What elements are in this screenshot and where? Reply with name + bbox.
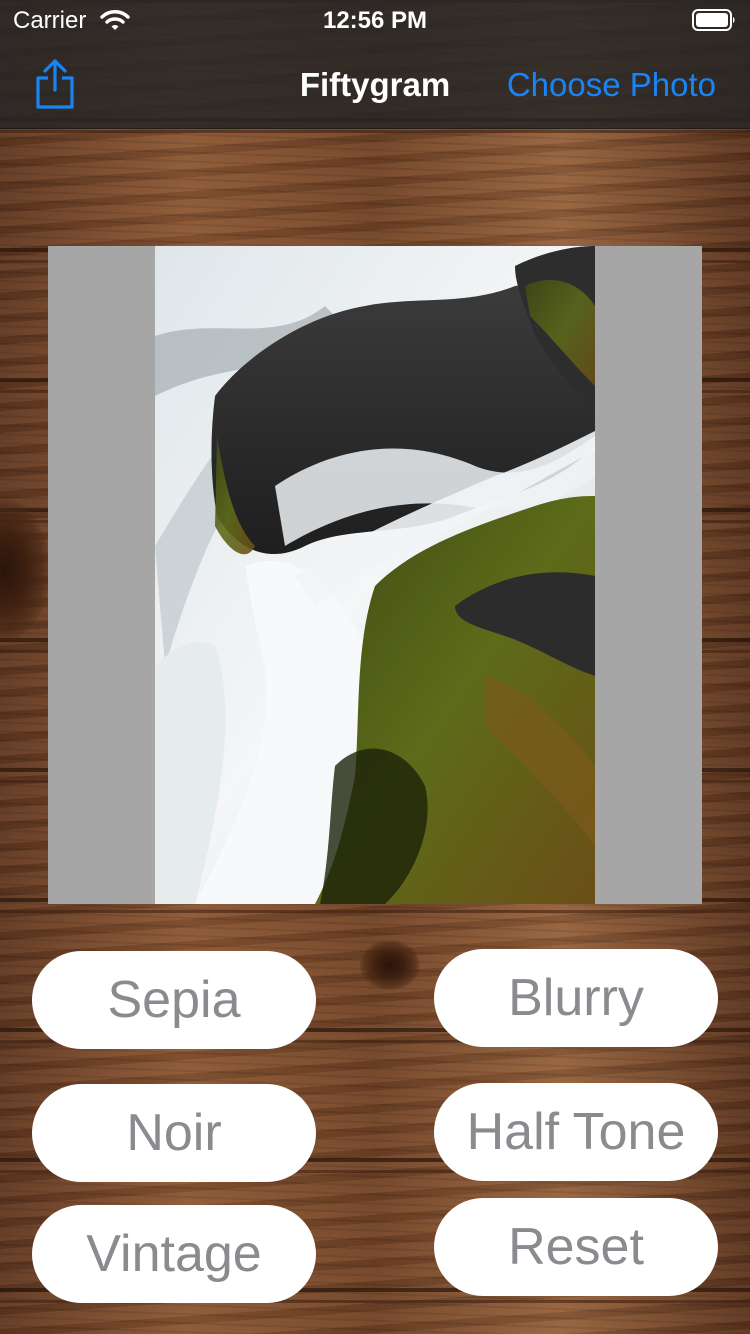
- wood-knot: [360, 940, 420, 990]
- image-view: [48, 246, 702, 904]
- wood-knot: [0, 500, 50, 640]
- battery-icon: [692, 9, 735, 31]
- blurry-button[interactable]: Blurry: [434, 949, 718, 1047]
- choose-photo-button[interactable]: Choose Photo: [507, 66, 716, 104]
- noir-button[interactable]: Noir: [32, 1084, 316, 1182]
- app-screen: Fiftygram Choose Photo Carrier 12:56 PM …: [0, 0, 750, 1334]
- sepia-button[interactable]: Sepia: [32, 951, 316, 1049]
- vintage-button[interactable]: Vintage: [32, 1205, 316, 1303]
- reset-button[interactable]: Reset: [434, 1198, 718, 1296]
- photo-waterfall: [155, 246, 595, 904]
- status-bar: Carrier 12:56 PM: [0, 0, 750, 40]
- half-tone-button[interactable]: Half Tone: [434, 1083, 718, 1181]
- status-time: 12:56 PM: [322, 7, 428, 34]
